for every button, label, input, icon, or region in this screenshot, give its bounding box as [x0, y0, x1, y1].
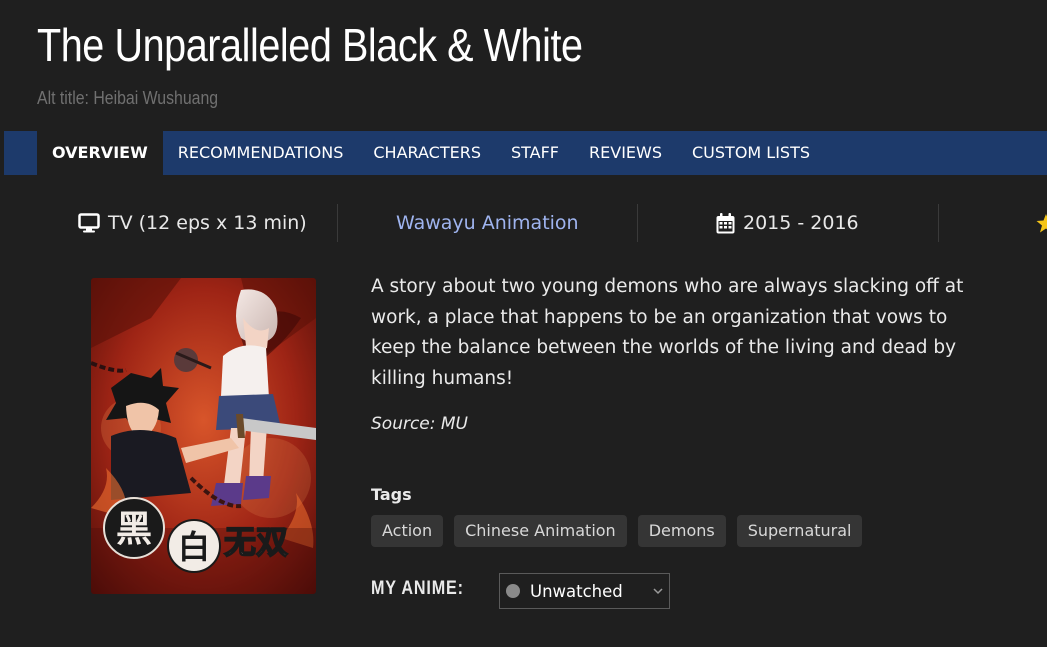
meta-bar: TV (12 eps x 13 min) Wawayu Animation 20… — [0, 204, 1047, 242]
meta-divider — [337, 204, 338, 242]
tab-bar: OVERVIEW RECOMMENDATIONS CHARACTERS STAF… — [4, 131, 1047, 175]
meta-years-label: 2015 - 2016 — [743, 212, 859, 234]
tag-list: Action Chinese Animation Demons Supernat… — [371, 515, 873, 547]
tab-reviews[interactable]: REVIEWS — [574, 131, 677, 175]
tv-icon — [78, 213, 100, 233]
svg-text:白: 白 — [178, 528, 210, 566]
tab-custom-lists[interactable]: CUSTOM LISTS — [677, 131, 825, 175]
svg-text:无双: 无双 — [224, 523, 288, 561]
calendar-icon — [716, 212, 735, 233]
meta-divider — [637, 204, 638, 242]
tab-recommendations[interactable]: RECOMMENDATIONS — [163, 131, 359, 175]
meta-type: TV (12 eps x 13 min) — [78, 204, 307, 242]
meta-type-label: TV (12 eps x 13 min) — [108, 212, 307, 234]
tag-action[interactable]: Action — [371, 515, 444, 547]
page-title: The Unparalleled Black & White — [37, 19, 583, 71]
my-anime-label: MY ANIME: — [371, 578, 464, 599]
meta-years: 2015 - 2016 — [716, 204, 859, 242]
studio-link[interactable]: Wawayu Animation — [396, 204, 579, 242]
anime-poster: 黑 白 无双 — [91, 278, 316, 594]
alt-title: Alt title: Heibai Wushuang — [37, 88, 219, 108]
tab-characters[interactable]: CHARACTERS — [358, 131, 496, 175]
tag-demons[interactable]: Demons — [637, 515, 726, 547]
status-dot-icon — [506, 584, 520, 598]
tag-supernatural[interactable]: Supernatural — [736, 515, 863, 547]
watch-status-select[interactable]: Unwatched — [499, 573, 670, 609]
tag-chinese-animation[interactable]: Chinese Animation — [454, 515, 627, 547]
tags-heading: Tags — [371, 485, 412, 504]
svg-text:黑: 黑 — [116, 509, 152, 550]
chevron-down-icon — [653, 588, 663, 595]
tab-staff[interactable]: STAFF — [496, 131, 574, 175]
synopsis: A story about two young demons who are a… — [371, 276, 964, 389]
poster-image: 黑 白 无双 — [91, 278, 316, 594]
source-note: Source: MU — [371, 414, 469, 434]
watch-status-value: Unwatched — [530, 581, 623, 601]
meta-divider — [938, 204, 939, 242]
star-icon — [1036, 214, 1047, 233]
tab-overview[interactable]: OVERVIEW — [37, 131, 163, 175]
